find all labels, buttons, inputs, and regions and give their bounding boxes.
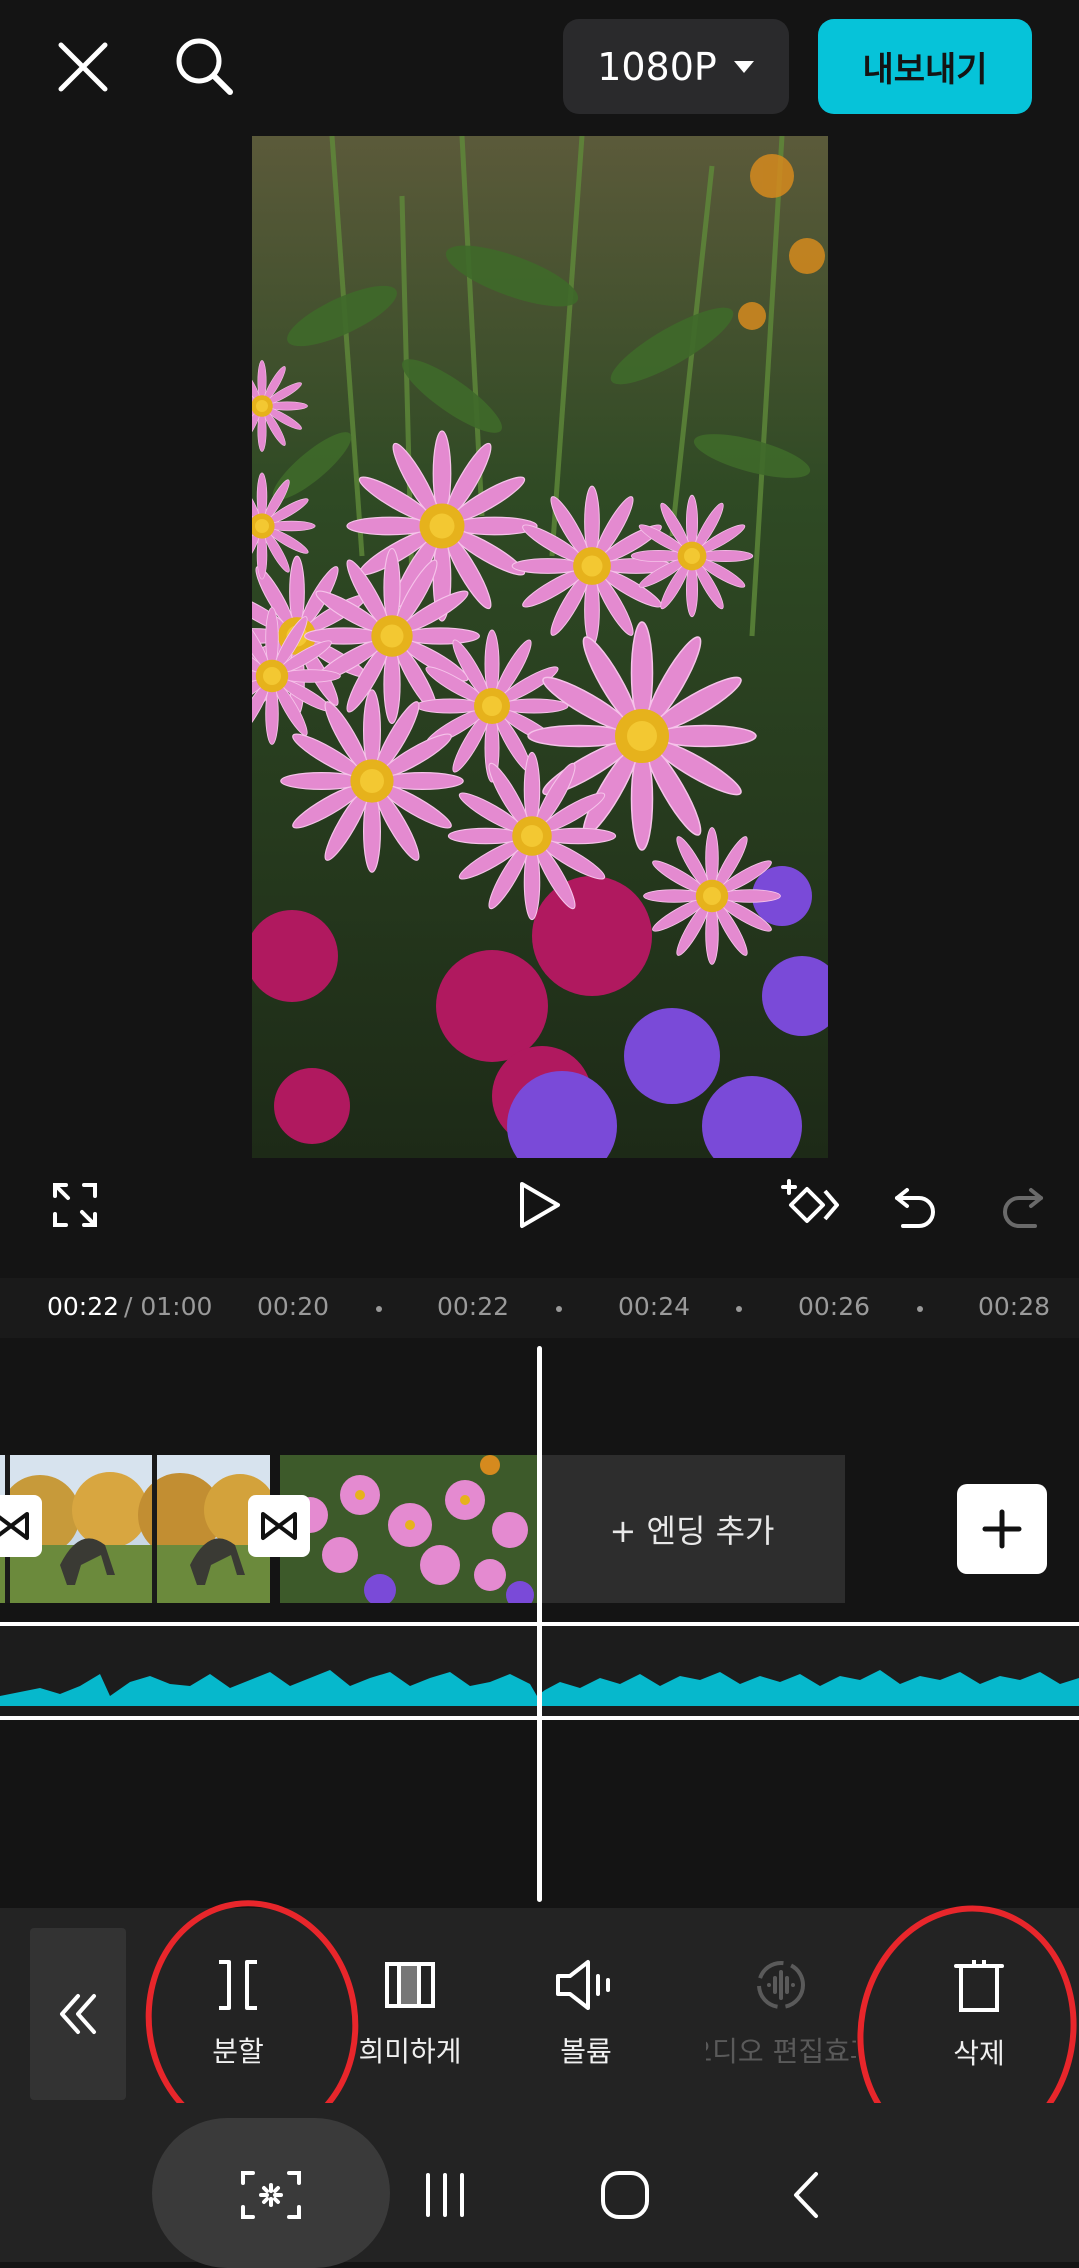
transition-icon [261, 1512, 297, 1540]
undo-button[interactable] [888, 1170, 942, 1240]
collapse-toolbar-button[interactable] [30, 1928, 126, 2100]
close-icon [58, 42, 108, 92]
fullscreen-icon [53, 1183, 97, 1227]
tick-dot [376, 1306, 382, 1312]
tick-label: 00:20 [257, 1292, 330, 1321]
add-keyframe-icon [781, 1179, 839, 1223]
video-clip-flowers[interactable] [280, 1455, 537, 1603]
capture-icon [241, 2171, 301, 2219]
tool-volume[interactable]: 볼륨 [511, 1958, 661, 2070]
tick-dot [736, 1306, 742, 1312]
volume-icon [556, 1960, 610, 2010]
export-label: 내보내기 [862, 50, 988, 90]
resolution-dropdown[interactable]: 1080P [563, 19, 789, 114]
preview-frame-image [252, 136, 828, 1158]
play-button[interactable] [510, 1170, 570, 1240]
fullscreen-button[interactable] [46, 1170, 104, 1240]
add-clip-button[interactable] [957, 1484, 1047, 1574]
transition-button[interactable] [248, 1495, 310, 1557]
keyframe-button[interactable] [778, 1170, 842, 1240]
close-button[interactable] [50, 34, 116, 100]
recent-apps-button[interactable] [410, 2160, 480, 2230]
tool-label: 볼륨 [560, 2035, 612, 2068]
tick-label: 00:26 [798, 1292, 871, 1321]
chevron-down-icon [733, 60, 754, 73]
search-button[interactable] [168, 30, 240, 102]
time-ruler[interactable]: 00:22 / 01:00 00:20 00:22 00:24 00:26 00… [0, 1278, 1079, 1338]
tool-audio-effect[interactable]: 오디오 편집효과 [706, 1958, 856, 2070]
tool-label: 오디오 편집효과 [706, 2035, 856, 2068]
tick-label: 00:22 [437, 1292, 510, 1321]
tick-label: 00:24 [618, 1292, 691, 1321]
clip-thumbnail [280, 1455, 537, 1603]
transition-button[interactable] [0, 1495, 42, 1557]
add-ending-button[interactable]: + 엔딩 추가 [539, 1455, 845, 1603]
audio-effect-icon [757, 1961, 805, 2009]
plus-icon [982, 1509, 1022, 1549]
tool-label: 희미하게 [358, 2035, 462, 2068]
total-time: / 01:00 [124, 1292, 213, 1321]
back-icon [794, 2172, 818, 2218]
video-preview[interactable] [252, 136, 828, 1158]
playhead[interactable] [537, 1346, 542, 1902]
back-button[interactable] [770, 2160, 840, 2230]
current-time: 00:22 [47, 1292, 120, 1321]
recent-apps-icon [426, 2173, 464, 2217]
resolution-label: 1080P [597, 44, 717, 89]
tick-dot [556, 1306, 562, 1312]
play-icon [520, 1182, 560, 1228]
double-chevron-left-icon [60, 1994, 96, 2034]
tick-label: 00:28 [978, 1292, 1051, 1321]
redo-icon [1003, 1188, 1043, 1228]
home-button[interactable] [590, 2160, 660, 2230]
undo-icon [895, 1188, 935, 1228]
transition-icon [0, 1512, 29, 1540]
export-button[interactable]: 내보내기 [818, 19, 1032, 114]
add-ending-label: + 엔딩 추가 [609, 1512, 775, 1550]
search-icon [176, 38, 233, 95]
home-icon [601, 2171, 649, 2219]
fade-icon [385, 1962, 435, 2008]
tick-dot [917, 1306, 923, 1312]
redo-button[interactable] [996, 1170, 1050, 1240]
screenshot-capture-button[interactable] [236, 2160, 306, 2230]
